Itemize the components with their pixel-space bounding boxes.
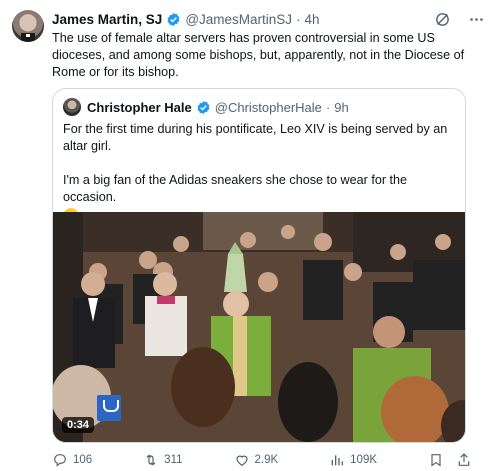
share-icon — [458, 453, 470, 466]
tweet[interactable]: James Martin, SJ @JamesMartinSJ · 4h The… — [0, 0, 500, 471]
timestamp[interactable]: 4h — [305, 12, 320, 27]
bookmark-button[interactable] — [428, 452, 444, 468]
quote-header: Christopher Hale @ChristopherHale · 9h — [63, 98, 349, 116]
views-icon — [331, 455, 344, 466]
video-player[interactable]: 0:34 — [53, 212, 465, 442]
quote-paragraph-2-text: I'm a big fan of the Adidas sneakers she… — [63, 173, 408, 204]
tweet-text: The use of female altar servers has prov… — [52, 31, 465, 79]
vatican-media-logo — [97, 395, 121, 421]
reply-icon — [54, 454, 66, 467]
like-button[interactable]: 2.9K — [234, 452, 279, 468]
quote-timestamp: 9h — [334, 99, 349, 115]
top-actions — [432, 9, 486, 29]
tweet-actions: 106 311 2.9K 109K — [52, 452, 472, 468]
avatar[interactable] — [12, 10, 44, 42]
quote-avatar — [63, 98, 81, 116]
bookmark-icon — [431, 454, 441, 467]
separator: · — [296, 11, 301, 27]
quote-paragraph-2: I'm a big fan of the Adidas sneakers she… — [63, 172, 458, 206]
like-count: 2.9K — [254, 454, 279, 466]
reply-button[interactable]: 106 — [52, 452, 92, 468]
quote-author-name: Christopher Hale — [87, 99, 192, 115]
author-handle[interactable]: @JamesMartinSJ — [185, 12, 292, 27]
separator: · — [325, 99, 331, 115]
quote-text: For the first time during his pontificat… — [63, 121, 458, 226]
repost-button[interactable]: 311 — [143, 452, 183, 468]
reply-count: 106 — [73, 454, 93, 466]
repost-icon — [146, 454, 156, 466]
author-name[interactable]: James Martin, SJ — [52, 12, 162, 27]
video-duration: 0:34 — [62, 417, 95, 433]
verified-icon — [167, 12, 180, 26]
repost-count: 311 — [164, 454, 183, 466]
views-button[interactable]: 109K — [329, 452, 377, 468]
tweet-header: James Martin, SJ @JamesMartinSJ · 4h — [52, 10, 320, 28]
quote-paragraph-1: For the first time during his pontificat… — [63, 122, 448, 153]
footer-right-actions — [428, 452, 472, 468]
like-icon — [235, 455, 248, 467]
quote-author-handle: @ChristopherHale — [214, 99, 322, 115]
grok-icon[interactable] — [432, 9, 452, 29]
share-button[interactable] — [456, 452, 472, 468]
verified-icon — [197, 100, 210, 114]
views-count: 109K — [350, 454, 378, 466]
quoted-tweet[interactable]: Christopher Hale @ChristopherHale · 9h F… — [52, 88, 466, 443]
more-icon[interactable] — [466, 9, 486, 29]
